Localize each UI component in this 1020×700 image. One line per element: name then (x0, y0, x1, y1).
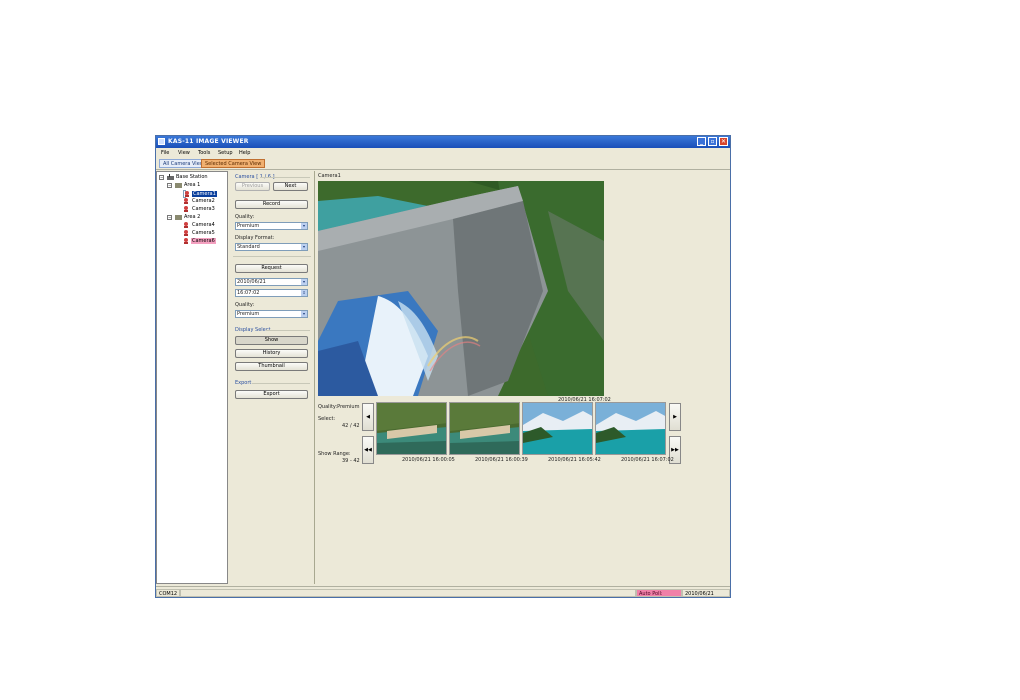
thumbnail-2[interactable] (449, 402, 520, 455)
divider (260, 177, 310, 178)
thumbnail-1-timestamp: 2010/06/21 16:00:05 (402, 457, 455, 463)
history-button[interactable]: History (235, 349, 308, 358)
image-panel: Camera1 2010/06/21 16:07:02 Quality:Prem (316, 171, 730, 584)
divider (266, 330, 310, 331)
next-image-button[interactable]: ▶ (669, 403, 681, 431)
chevron-down-icon[interactable]: ▾ (301, 223, 307, 229)
collapse-icon[interactable]: − (167, 215, 172, 220)
tree-node-camera1[interactable]: Camera1 (183, 190, 217, 198)
chevron-down-icon[interactable]: ▾ (301, 311, 307, 317)
export-group-label: Export (235, 380, 252, 386)
request-button[interactable]: Request (235, 264, 308, 273)
show-range-value: 39 - 42 (342, 458, 360, 464)
tab-selected-camera-view[interactable]: Selected Camera View (201, 159, 266, 168)
camera-tree: − Base Station − Area 1 Camera1 Camera2 … (156, 171, 228, 584)
date-value: 2010/06/21 (237, 279, 266, 285)
select-value: 42 / 42 (342, 423, 360, 429)
quality-label: Quality: (235, 214, 255, 220)
base-station-icon (167, 174, 174, 180)
camera-name-label: Camera1 (318, 173, 341, 179)
camera-icon (184, 230, 188, 236)
view-tabs: All Camera View Selected Camera View (156, 158, 730, 170)
menu-help[interactable]: Help (239, 150, 250, 156)
record-button[interactable]: Record (235, 200, 308, 209)
status-bar: COM12 Auto Poll: Enabled 2010/06/21 16:1… (156, 586, 730, 597)
status-message (180, 589, 636, 597)
quality-text: Quality:Premium (318, 404, 360, 410)
title-bar: KAS-11 IMAGE VIEWER _ ▫ ✕ (156, 136, 730, 148)
camera-icon (184, 206, 188, 212)
control-panel: Camera [ 1 / 6 ] Previous Next Record Qu… (230, 171, 315, 584)
quality-select[interactable]: Premium ▾ (235, 222, 308, 230)
menu-bar: File View Tools Setup Help (156, 148, 730, 158)
divider (233, 256, 311, 257)
select-label: Select: (318, 416, 336, 422)
spin-arrows-icon[interactable]: ⇕ (301, 290, 307, 296)
chevron-down-icon[interactable]: ▾ (301, 244, 307, 250)
area-folder-icon (175, 215, 182, 220)
display-format-value: Standard (237, 244, 260, 250)
thumbnail-3[interactable] (522, 402, 593, 455)
time-value: 16:07:02 (237, 290, 260, 296)
minimize-icon[interactable]: _ (697, 137, 706, 146)
restore-icon[interactable]: ▫ (708, 137, 717, 146)
camera-icon (184, 222, 188, 228)
show-button[interactable]: Show (235, 336, 308, 345)
date-picker[interactable]: 2010/06/21 ▾ (235, 278, 308, 286)
thumbnail-3-timestamp: 2010/06/21 16:05:42 (548, 457, 601, 463)
status-datetime: 2010/06/21 16:12 (682, 589, 730, 597)
port-status: COM12 (156, 589, 180, 597)
export-button[interactable]: Export (235, 390, 308, 399)
display-format-label: Display Format: (235, 235, 275, 241)
camera-icon (185, 191, 189, 197)
request-quality-select[interactable]: Premium ▾ (235, 310, 308, 318)
previous-button[interactable]: Previous (235, 182, 270, 191)
time-spinner[interactable]: 16:07:02 ⇕ (235, 289, 308, 297)
thumbnail-2-timestamp: 2010/06/21 16:00:39 (475, 457, 528, 463)
chevron-down-icon[interactable]: ▾ (301, 279, 307, 285)
collapse-icon[interactable]: − (167, 183, 172, 188)
rewind-icon: ◀◀ (364, 447, 372, 453)
menu-setup[interactable]: Setup (218, 150, 233, 156)
fast-forward-icon: ▶▶ (671, 447, 679, 453)
display-format-select[interactable]: Standard ▾ (235, 243, 308, 251)
camera-icon (184, 238, 188, 244)
thumbnail-button[interactable]: Thumbnail (235, 362, 308, 371)
app-icon (158, 138, 165, 145)
menu-tools[interactable]: Tools (198, 150, 210, 156)
camera-icon (184, 198, 188, 204)
main-camera-image (318, 181, 604, 396)
area-folder-icon (175, 183, 182, 188)
thumbnail-4-timestamp: 2010/06/21 16:07:02 (621, 457, 674, 463)
rewind-range-button[interactable]: ◀◀ (362, 436, 374, 464)
close-icon[interactable]: ✕ (719, 137, 728, 146)
auto-poll-badge: Auto Poll: Enabled (636, 589, 682, 597)
prev-image-button[interactable]: ◀ (362, 403, 374, 431)
divider (252, 383, 310, 384)
next-button[interactable]: Next (273, 182, 308, 191)
thumbnail-4[interactable] (595, 402, 666, 455)
window-title: KAS-11 IMAGE VIEWER (168, 138, 249, 145)
show-range-label: Show Range: (318, 451, 351, 457)
app-window: KAS-11 IMAGE VIEWER _ ▫ ✕ File View Tool… (156, 136, 730, 597)
menu-file[interactable]: File (161, 150, 169, 156)
thumbnail-1[interactable] (376, 402, 447, 455)
quality-value: Premium (237, 223, 260, 229)
request-quality-value: Premium (237, 311, 260, 317)
arrow-right-icon: ▶ (673, 414, 677, 420)
quality2-label: Quality: (235, 302, 255, 308)
menu-view[interactable]: View (178, 150, 190, 156)
collapse-icon[interactable]: − (159, 175, 164, 180)
arrow-left-icon: ◀ (366, 414, 370, 420)
